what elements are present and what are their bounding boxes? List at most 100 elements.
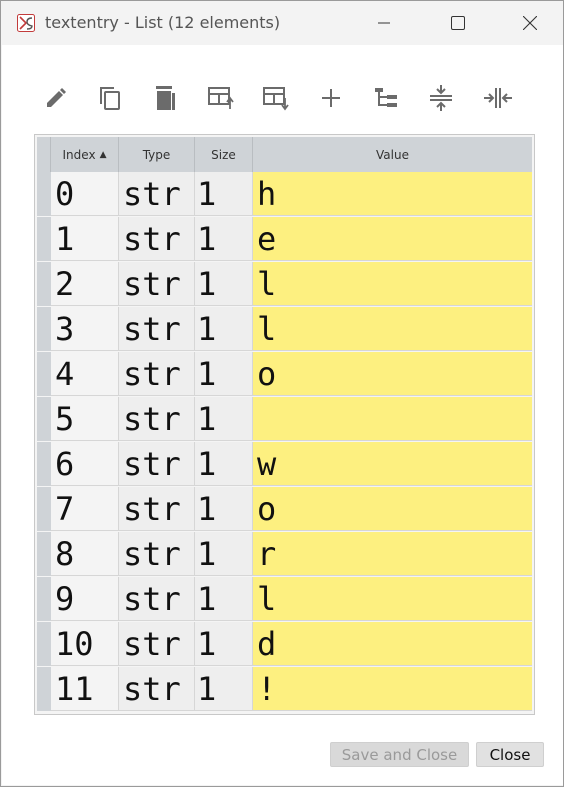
table-row[interactable]: 8 str 1 r [37,532,532,577]
row-header[interactable] [37,487,51,532]
type-cell: str [119,172,195,216]
value-cell[interactable]: h [253,172,532,216]
edit-icon [47,88,66,107]
column-header-size-label: Size [211,147,236,162]
row-header[interactable] [37,577,51,622]
value-cell[interactable]: d [253,622,532,666]
table-row[interactable]: 1 str 1 e [37,217,532,262]
value-cell[interactable]: e [253,217,532,261]
type-cell: str [119,397,195,441]
table-row[interactable]: 0 str 1 h [37,172,532,217]
row-header[interactable] [37,172,51,217]
type-cell: str [119,307,195,351]
size-cell: 1 [195,307,253,351]
index-cell: 11 [51,667,119,711]
table-row[interactable]: 9 str 1 l [37,577,532,622]
type-cell: str [119,667,195,711]
value-cell[interactable]: ! [253,667,532,711]
close-button[interactable]: Close [476,742,544,767]
collapse-rows-icon [430,85,452,111]
index-cell: 2 [51,262,119,306]
collapse-columns-button[interactable] [481,81,515,115]
header-corner [37,137,51,172]
row-header[interactable] [37,262,51,307]
dialog-window: textentry - List (12 elements) Index ▲ T… [0,0,564,787]
table-row[interactable]: 6 str 1 w [37,442,532,487]
collapse-rows-button[interactable] [424,81,458,115]
delete-icon [156,86,175,110]
size-cell: 1 [195,217,253,261]
row-header[interactable] [37,352,51,397]
size-cell: 1 [195,352,253,396]
copy-icon [100,87,120,110]
value-cell[interactable]: o [253,352,532,396]
insert-above-button[interactable] [204,81,238,115]
value-cell[interactable]: o [253,487,532,531]
value-cell[interactable]: w [253,442,532,486]
size-cell: 1 [195,262,253,306]
add-icon [322,89,340,107]
index-cell: 0 [51,172,119,216]
index-cell: 7 [51,487,119,531]
index-cell: 1 [51,217,119,261]
value-cell[interactable] [253,397,532,441]
size-cell: 1 [195,397,253,441]
index-cell: 10 [51,622,119,666]
insert-below-icon [263,87,289,111]
column-header-size[interactable]: Size [195,137,253,172]
size-cell: 1 [195,442,253,486]
delete-button[interactable] [148,81,182,115]
row-header[interactable] [37,667,51,712]
column-header-value[interactable]: Value [253,137,532,172]
index-cell: 9 [51,577,119,621]
window-title: textentry - List (12 elements) [45,13,281,32]
size-cell: 1 [195,667,253,711]
save-and-close-button[interactable]: Save and Close [330,742,469,767]
column-header-index-label: Index [62,147,96,162]
table-row[interactable]: 4 str 1 o [37,352,532,397]
value-cell[interactable]: r [253,532,532,576]
column-header-type[interactable]: Type [119,137,195,172]
row-header[interactable] [37,532,51,577]
maximize-button[interactable] [436,5,480,41]
add-button[interactable] [314,81,348,115]
value-cell[interactable]: l [253,262,532,306]
index-cell: 5 [51,397,119,441]
type-cell: str [119,217,195,261]
edit-button[interactable] [39,81,73,115]
size-cell: 1 [195,487,253,531]
copy-button[interactable] [93,81,127,115]
row-header[interactable] [37,217,51,262]
index-cell: 6 [51,442,119,486]
row-header[interactable] [37,307,51,352]
table-row[interactable]: 11 str 1 ! [37,667,532,712]
type-cell: str [119,352,195,396]
dialog-content: Index ▲ Type Size Value 0 str 1 h 1 str … [2,45,563,785]
sort-ascending-icon: ▲ [99,149,107,160]
value-cell[interactable]: l [253,577,532,621]
row-header[interactable] [37,397,51,442]
insert-below-button[interactable] [259,81,293,115]
index-cell: 3 [51,307,119,351]
close-window-button[interactable] [508,5,552,41]
type-cell: str [119,622,195,666]
row-header[interactable] [37,622,51,667]
table-row[interactable]: 10 str 1 d [37,622,532,667]
insert-above-icon [208,87,234,109]
list-table: Index ▲ Type Size Value 0 str 1 h 1 str … [34,134,535,715]
table-row[interactable]: 2 str 1 l [37,262,532,307]
table-row[interactable]: 7 str 1 o [37,487,532,532]
type-cell: str [119,442,195,486]
tree-button[interactable] [369,81,403,115]
collapse-columns-icon [484,88,512,108]
value-cell[interactable]: l [253,307,532,351]
column-header-index[interactable]: Index ▲ [51,137,119,172]
table-row[interactable]: 5 str 1 [37,397,532,442]
minimize-button[interactable] [362,5,406,41]
type-cell: str [119,262,195,306]
column-header-value-label: Value [376,147,409,162]
index-cell: 8 [51,532,119,576]
type-cell: str [119,532,195,576]
row-header[interactable] [37,442,51,487]
table-row[interactable]: 3 str 1 l [37,307,532,352]
